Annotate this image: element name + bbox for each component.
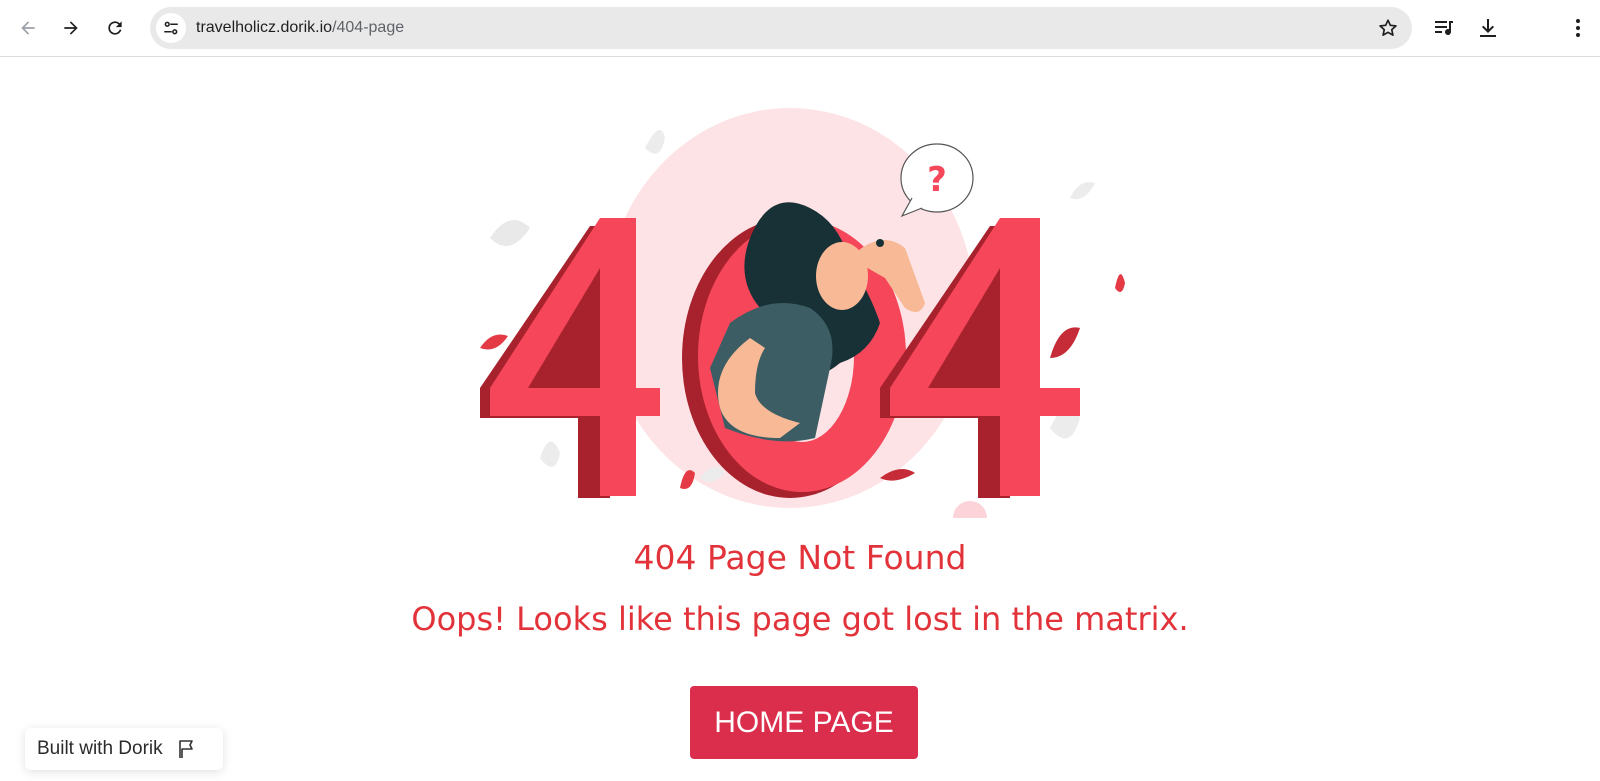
forward-button[interactable]	[55, 12, 87, 44]
address-bar[interactable]: travelholicz.dorik.io/404-page	[150, 7, 1412, 49]
arrow-left-icon	[21, 21, 35, 35]
browser-toolbar: travelholicz.dorik.io/404-page	[0, 0, 1600, 57]
site-info-button[interactable]	[156, 13, 186, 43]
bookmark-button[interactable]	[1376, 16, 1400, 40]
back-button[interactable]	[12, 12, 44, 44]
download-icon	[1480, 19, 1496, 37]
url-host: travelholicz.dorik.io	[196, 19, 333, 36]
built-with-dorik-badge[interactable]: Built with Dorik	[25, 728, 223, 770]
playlist-icon	[1435, 21, 1453, 35]
question-mark: ?	[927, 160, 947, 200]
home-page-button[interactable]: HOME PAGE	[690, 686, 918, 759]
arrow-right-icon	[64, 21, 78, 35]
flag-icon	[178, 740, 193, 758]
reload-icon	[108, 21, 122, 35]
kebab-menu-icon	[1576, 19, 1580, 37]
page-subtitle: Oops! Looks like this page got lost in t…	[411, 600, 1189, 638]
question-bubble: ?	[900, 143, 974, 218]
tune-icon	[164, 21, 178, 35]
digit-four-left	[480, 218, 660, 498]
page-404: ? 404 Page Not Found Oops! Looks like th…	[0, 58, 1600, 781]
url-text[interactable]: travelholicz.dorik.io/404-page	[196, 18, 404, 38]
lost-404-illustration: ?	[480, 108, 1125, 518]
media-controls-button[interactable]	[1430, 14, 1458, 42]
downloads-button[interactable]	[1474, 14, 1502, 42]
badge-label: Built with Dorik	[37, 738, 163, 759]
url-path: /404-page	[332, 19, 405, 36]
browser-menu-button[interactable]	[1564, 14, 1592, 42]
page-title: 404 Page Not Found	[633, 538, 967, 577]
reload-button[interactable]	[99, 12, 131, 44]
star-icon	[1379, 19, 1397, 36]
